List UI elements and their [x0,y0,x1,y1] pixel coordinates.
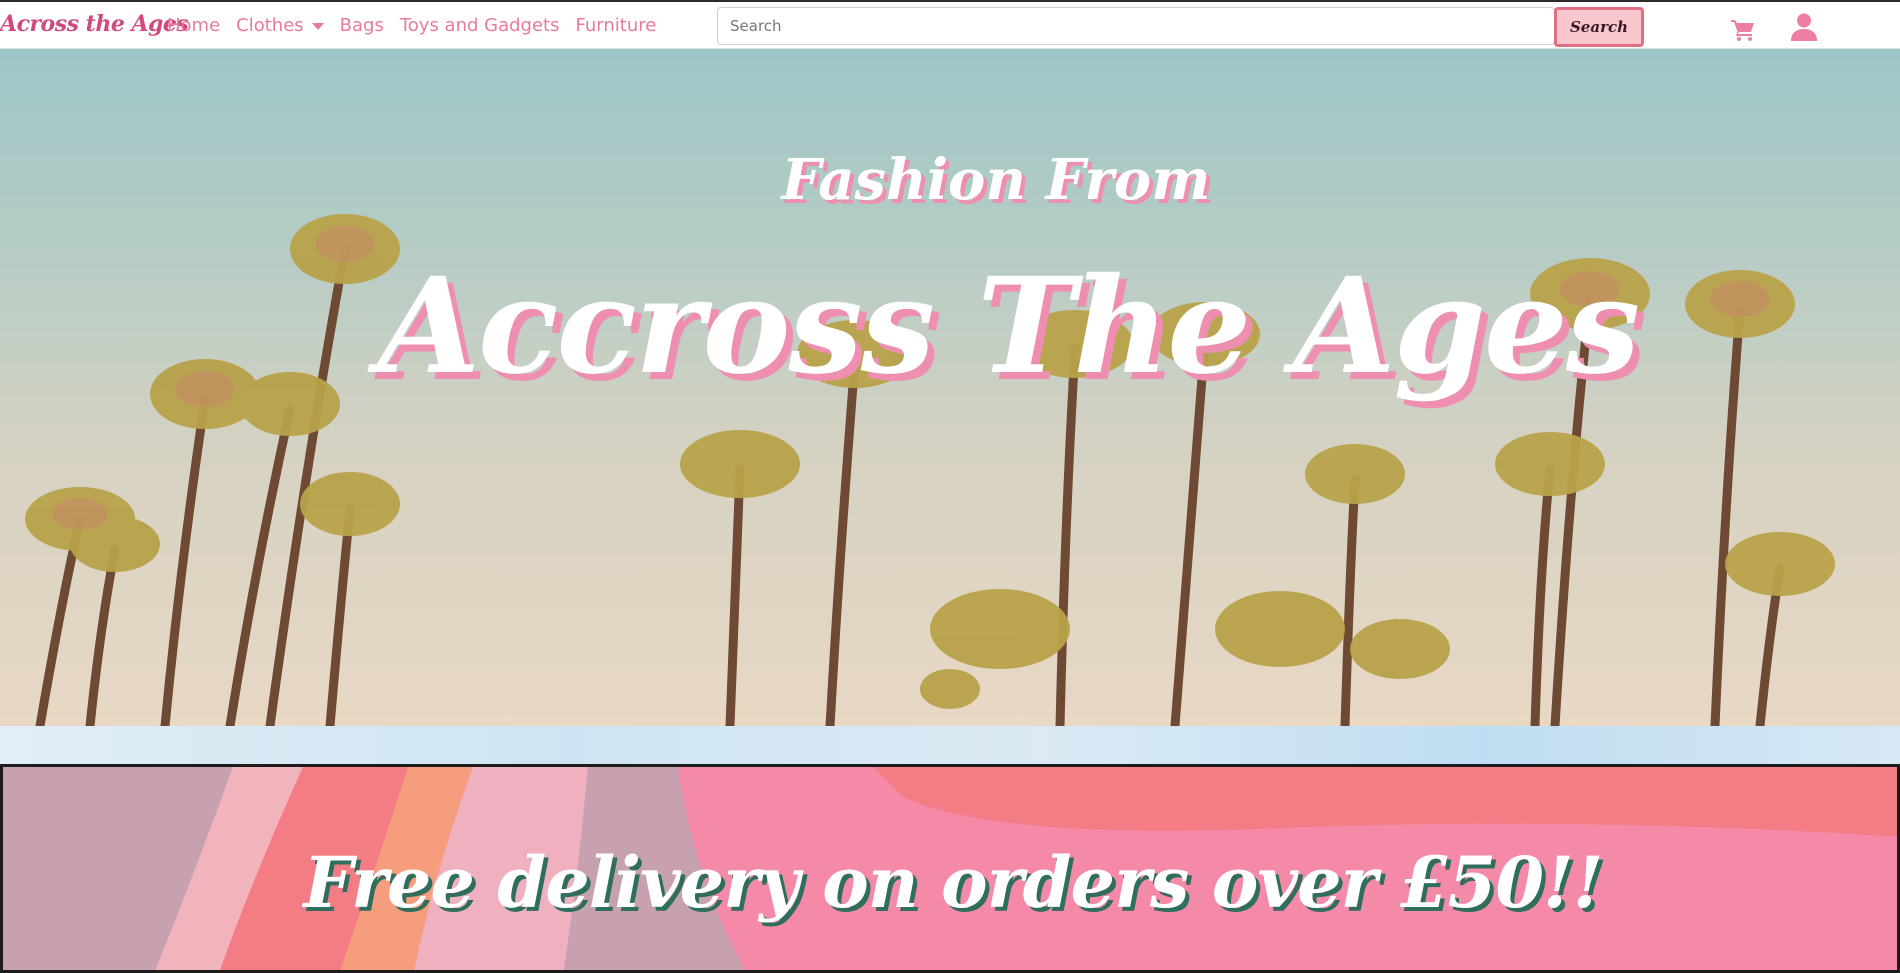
hero-banner: Fashion From Accross The Ages [0,49,1900,726]
nav-link-bags[interactable]: Bags [340,15,384,36]
nav-link-home[interactable]: Home [167,15,220,36]
nav-link-toys-and-gadgets[interactable]: Toys and Gadgets [400,15,560,36]
nav-dropdown-clothes[interactable]: Clothes [236,15,324,36]
nav-link-clothes[interactable]: Clothes [236,15,304,36]
search-input[interactable] [717,7,1555,45]
nav-link-furniture[interactable]: Furniture [575,15,656,36]
search-button[interactable]: Search [1554,7,1644,47]
decorative-strip [0,726,1900,764]
nav-links: Home Clothes Bags Toys and Gadgets Furni… [167,15,672,36]
hero-subtitle: Fashion From [0,147,1900,213]
hero-title: Accross The Ages [0,249,1900,404]
user-icon[interactable] [1791,13,1817,41]
delivery-message-text: Free delivery on orders over £50!! [303,841,1604,924]
chevron-down-icon[interactable] [311,23,324,30]
hero-subtitle-text: Fashion From [781,147,1211,213]
delivery-banner: Free delivery on orders over £50!! [0,764,1900,973]
hero-title-text: Accross The Ages [377,249,1640,404]
brand-logo[interactable]: Across the Ages [0,11,189,37]
navbar: Across the Ages Home Clothes Bags Toys a… [0,0,1900,49]
cart-icon[interactable] [1731,19,1755,41]
delivery-message: Free delivery on orders over £50!! [3,841,1897,924]
